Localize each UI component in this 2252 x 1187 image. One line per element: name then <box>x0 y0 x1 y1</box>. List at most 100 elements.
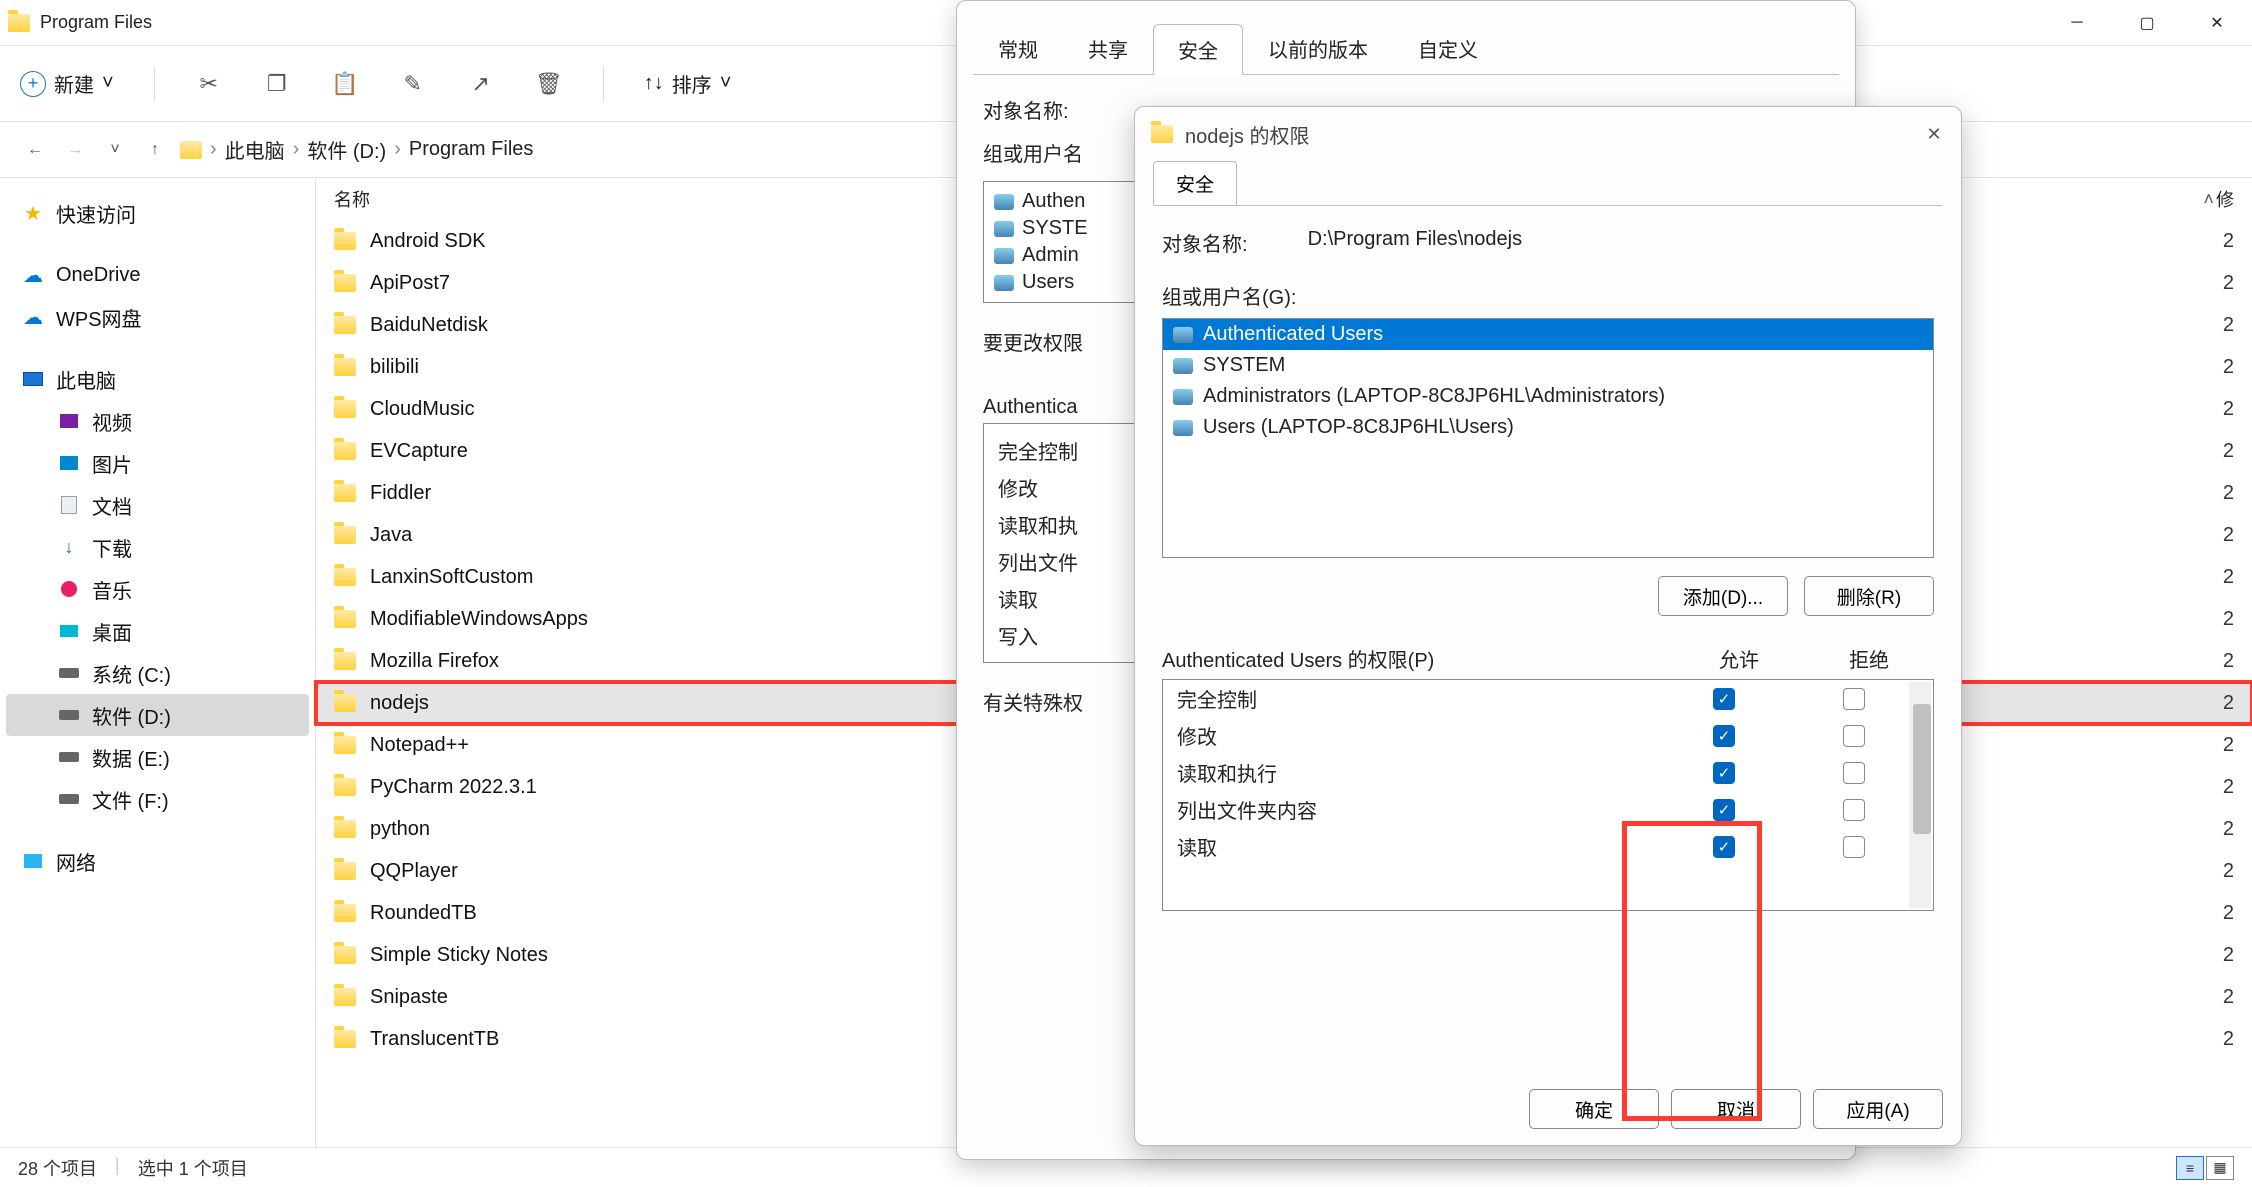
list-item[interactable]: Users (LAPTOP-8C8JP6HL\Users) <box>1163 412 1933 443</box>
breadcrumb-drive[interactable]: 软件 (D:) <box>307 135 386 164</box>
sidebar-drive-f[interactable]: 文件 (F:) <box>0 778 315 820</box>
rename-icon[interactable]: ✎ <box>399 70 427 98</box>
chevron-down-icon: ˅ <box>102 72 114 95</box>
deny-checkbox[interactable] <box>1843 799 1865 821</box>
history-button[interactable]: ˅ <box>100 135 130 165</box>
users-icon <box>1173 389 1193 405</box>
file-date: 2 <box>2214 776 2234 799</box>
sidebar-downloads[interactable]: ↓下载 <box>0 526 315 568</box>
breadcrumb-folder[interactable]: Program Files <box>409 138 533 161</box>
tab-share[interactable]: 共享 <box>1063 23 1153 74</box>
forward-button[interactable]: → <box>60 135 90 165</box>
deny-checkbox[interactable] <box>1843 836 1865 858</box>
view-details-button[interactable]: ≡ <box>2176 1156 2204 1180</box>
allow-checkbox[interactable]: ✓ <box>1713 762 1735 784</box>
sort-button[interactable]: ↑↓ 排序 ˅ <box>644 69 732 98</box>
folder-icon <box>334 736 356 754</box>
paste-icon[interactable]: 📋 <box>331 70 359 98</box>
cut-icon[interactable]: ✂ <box>195 70 223 98</box>
users-listbox[interactable]: Authenticated Users SYSTEM Administrator… <box>1162 318 1934 558</box>
perm-name: 读取 <box>1177 832 1659 861</box>
folder-icon <box>334 610 356 628</box>
sidebar-desktop[interactable]: 桌面 <box>0 610 315 652</box>
deny-checkbox[interactable] <box>1843 688 1865 710</box>
sidebar-wps[interactable]: ☁WPS网盘 <box>0 296 315 338</box>
dialog-body: 对象名称: D:\Program Files\nodejs 组或用户名(G): … <box>1153 205 1943 1055</box>
users-icon <box>994 221 1014 237</box>
share-icon[interactable]: ↗ <box>467 70 495 98</box>
folder-icon <box>334 316 356 334</box>
col-deny: 拒绝 <box>1804 644 1934 673</box>
file-date: 2 <box>2214 398 2234 421</box>
permission-row: 读取 ✓ <box>1163 828 1933 865</box>
download-icon: ↓ <box>58 536 80 558</box>
delete-icon[interactable]: 🗑 <box>535 70 563 98</box>
tab-security[interactable]: 安全 <box>1153 24 1243 75</box>
close-button[interactable]: ✕ <box>1919 119 1949 149</box>
sidebar-drive-c[interactable]: 系统 (C:) <box>0 652 315 694</box>
allow-checkbox[interactable]: ✓ <box>1713 836 1735 858</box>
allow-checkbox[interactable]: ✓ <box>1713 688 1735 710</box>
ok-button[interactable]: 确定 <box>1529 1089 1659 1129</box>
cloud-icon: ☁ <box>22 306 44 328</box>
folder-icon <box>334 820 356 838</box>
list-item[interactable]: SYSTEM <box>1163 350 1933 381</box>
file-date: 2 <box>2214 440 2234 463</box>
status-count: 28 个项目 <box>18 1155 97 1181</box>
list-item[interactable]: Administrators (LAPTOP-8C8JP6HL\Administ… <box>1163 381 1933 412</box>
sidebar-pictures[interactable]: 图片 <box>0 442 315 484</box>
scroll-thumb[interactable] <box>1913 704 1931 834</box>
add-button[interactable]: 添加(D)... <box>1658 576 1788 616</box>
sidebar-documents[interactable]: 文档 <box>0 484 315 526</box>
sidebar: ★快速访问 ☁OneDrive ☁WPS网盘 此电脑 视频 图片 文档 ↓下载 … <box>0 178 315 1187</box>
sidebar-network[interactable]: 网络 <box>0 840 315 882</box>
sidebar-drive-e[interactable]: 数据 (E:) <box>0 736 315 778</box>
tab-security[interactable]: 安全 <box>1153 161 1237 205</box>
new-button[interactable]: + 新建 ˅ <box>20 69 114 98</box>
folder-icon <box>8 14 30 32</box>
star-icon: ★ <box>22 202 44 224</box>
cancel-button[interactable]: 取消 <box>1671 1089 1801 1129</box>
list-item[interactable]: Authenticated Users <box>1163 319 1933 350</box>
window-controls: ─ ▢ ✕ <box>2042 0 2252 46</box>
col-date[interactable]: 修 <box>2214 186 2234 212</box>
chevron-down-icon: ˅ <box>720 72 732 95</box>
copy-icon[interactable]: ❐ <box>263 70 291 98</box>
view-icons-button[interactable]: ▦ <box>2206 1156 2234 1180</box>
deny-checkbox[interactable] <box>1843 725 1865 747</box>
allow-checkbox[interactable]: ✓ <box>1713 799 1735 821</box>
folder-icon <box>334 1030 356 1048</box>
dialog-footer: 确定 取消 应用(A) <box>1135 1073 1961 1145</box>
pc-icon <box>22 368 44 390</box>
apply-button[interactable]: 应用(A) <box>1813 1089 1943 1129</box>
sidebar-drive-d[interactable]: 软件 (D:) <box>6 694 309 736</box>
maximize-button[interactable]: ▢ <box>2112 0 2182 46</box>
users-icon <box>994 194 1014 210</box>
dialog-titlebar: nodejs 的权限 ✕ <box>1135 107 1961 161</box>
file-date: 2 <box>2214 566 2234 589</box>
close-button[interactable]: ✕ <box>2182 0 2252 46</box>
folder-icon <box>334 568 356 586</box>
up-button[interactable]: ↑ <box>140 135 170 165</box>
file-date: 2 <box>2214 272 2234 295</box>
minimize-button[interactable]: ─ <box>2042 0 2112 46</box>
desktop-icon <box>58 620 80 642</box>
tab-previous[interactable]: 以前的版本 <box>1243 23 1393 74</box>
sidebar-music[interactable]: 音乐 <box>0 568 315 610</box>
sort-label: 排序 <box>672 69 712 98</box>
back-button[interactable]: ← <box>20 135 50 165</box>
tab-custom[interactable]: 自定义 <box>1393 23 1503 74</box>
folder-icon <box>334 946 356 964</box>
allow-checkbox[interactable]: ✓ <box>1713 725 1735 747</box>
properties-tabs: 常规 共享 安全 以前的版本 自定义 <box>957 1 1855 74</box>
permission-row: 读取和执行✓ <box>1163 754 1933 791</box>
perm-name: 修改 <box>1177 721 1659 750</box>
sidebar-quick-access[interactable]: ★快速访问 <box>0 192 315 234</box>
sidebar-thispc[interactable]: 此电脑 <box>0 358 315 400</box>
sidebar-onedrive[interactable]: ☁OneDrive <box>0 254 315 296</box>
sidebar-video[interactable]: 视频 <box>0 400 315 442</box>
tab-general[interactable]: 常规 <box>973 23 1063 74</box>
file-date: 2 <box>2214 608 2234 631</box>
breadcrumb-root[interactable]: 此电脑 <box>225 135 285 164</box>
deny-checkbox[interactable] <box>1843 762 1865 784</box>
